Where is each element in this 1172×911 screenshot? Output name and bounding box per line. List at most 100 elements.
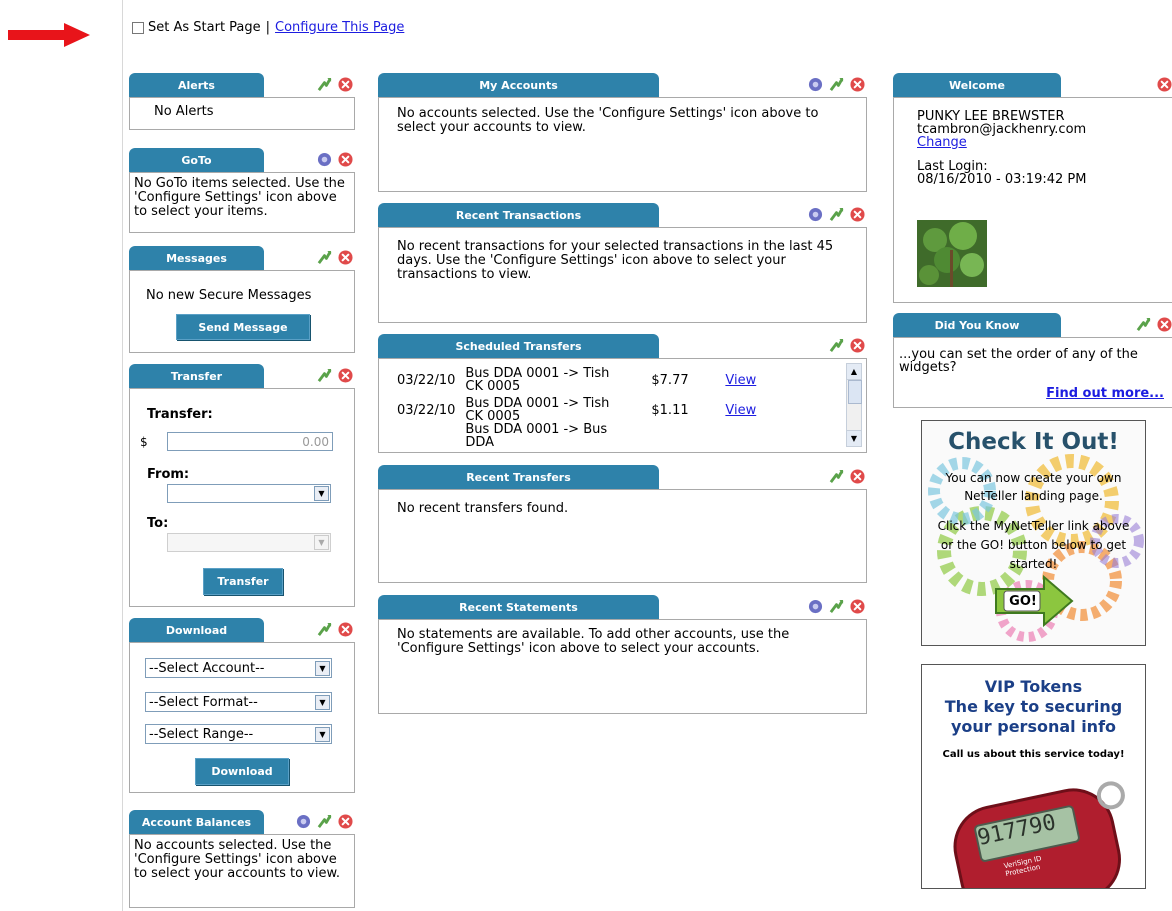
configure-settings-icon[interactable] [808, 599, 823, 614]
scheduled-transfers-list: 03/22/10 Bus DDA 0001 -> Tish CK 0005 $7… [397, 363, 842, 448]
alerts-text: No Alerts [154, 104, 214, 119]
move-icon[interactable] [317, 368, 332, 383]
did-you-know-widget: Did You Know ...you can set the order of… [893, 313, 1172, 408]
configure-settings-icon[interactable] [808, 207, 823, 222]
vip-line1: VIP Tokens [984, 677, 1083, 696]
chevron-down-icon: ▼ [314, 535, 329, 550]
close-icon[interactable] [338, 250, 353, 265]
move-icon[interactable] [829, 338, 844, 353]
move-icon[interactable] [317, 622, 332, 637]
my-accounts-widget: My Accounts No accounts selected. Use th… [378, 73, 867, 192]
table-row: Bus DDA 0001 -> Bus DDA [397, 423, 756, 448]
find-out-more-link[interactable]: Find out more... [1046, 386, 1164, 401]
last-login-value: 08/16/2010 - 03:19:42 PM [917, 172, 1087, 187]
transfer-date [397, 423, 455, 448]
select-range-value: --Select Range-- [149, 726, 254, 742]
send-message-button[interactable]: Send Message [176, 314, 310, 340]
configure-settings-icon[interactable] [317, 152, 332, 167]
did-you-know-tab: Did You Know [893, 313, 1061, 338]
scroll-up-icon[interactable]: ▲ [847, 364, 861, 380]
close-icon[interactable] [338, 814, 353, 829]
avatar [917, 220, 987, 287]
scroll-thumb[interactable] [848, 380, 862, 404]
transfer-button[interactable]: Transfer [203, 568, 283, 595]
move-icon[interactable] [317, 77, 332, 92]
transfer-amount-input[interactable]: 0.00 [167, 432, 333, 451]
view-transfer-link[interactable]: View [725, 403, 756, 418]
close-icon[interactable] [338, 622, 353, 637]
close-icon[interactable] [850, 77, 865, 92]
table-row: 03/22/10 Bus DDA 0001 -> Tish CK 0005 $7… [397, 363, 756, 397]
scheduled-transfers-tab: Scheduled Transfers [378, 334, 659, 359]
scrollbar[interactable]: ▲ ▼ [846, 363, 862, 447]
move-icon[interactable] [317, 250, 332, 265]
messages-tab: Messages [129, 246, 264, 271]
transfer-tab: Transfer [129, 364, 264, 389]
download-button[interactable]: Download [195, 758, 289, 785]
welcome-tab: Welcome [893, 73, 1061, 98]
recent-transfers-tab: Recent Transfers [378, 465, 659, 490]
move-icon[interactable] [829, 469, 844, 484]
close-icon[interactable] [338, 77, 353, 92]
to-label: To: [147, 516, 169, 531]
transfer-date: 03/22/10 [397, 402, 456, 418]
transfer-amount [615, 423, 713, 448]
configure-settings-icon[interactable] [808, 77, 823, 92]
scheduled-transfers-widget: Scheduled Transfers 03/22/10 Bus DDA 000… [378, 334, 867, 453]
goto-tab: GoTo [129, 148, 264, 173]
vip-line2: The key to securing [944, 697, 1123, 716]
select-format-dropdown[interactable]: --Select Format-- ▼ [145, 692, 332, 712]
vip-line3: your personal info [950, 717, 1117, 736]
goto-widget: GoTo No GoTo items selected. Use the 'Co… [129, 148, 355, 233]
close-icon[interactable] [850, 338, 865, 353]
configure-settings-icon[interactable] [296, 814, 311, 829]
select-range-dropdown[interactable]: --Select Range-- ▼ [145, 724, 332, 744]
my-accounts-text: No accounts selected. Use the 'Configure… [397, 106, 819, 135]
move-icon[interactable] [1136, 317, 1151, 332]
go-button[interactable]: GO! [1007, 594, 1039, 609]
recent-statements-widget: Recent Statements No statements are avai… [378, 595, 867, 714]
transfer-description: Bus DDA 0001 -> Tish CK 0005 [465, 366, 610, 394]
transfer-date: 03/22/10 [397, 372, 456, 388]
close-icon[interactable] [850, 469, 865, 484]
close-icon[interactable] [850, 599, 865, 614]
download-widget: Download --Select Account-- ▼ --Select Fo… [129, 618, 355, 793]
move-icon[interactable] [829, 77, 844, 92]
from-account-select[interactable]: ▼ [167, 484, 331, 503]
select-account-dropdown[interactable]: --Select Account-- ▼ [145, 658, 332, 678]
change-link[interactable]: Change [917, 136, 1086, 149]
check-it-out-line1: You can now create your own NetTeller la… [945, 471, 1122, 503]
left-divider [122, 0, 123, 911]
view-transfer-link[interactable]: View [725, 373, 756, 388]
check-it-out-banner[interactable]: Check It Out! You can now create your ow… [921, 420, 1146, 646]
to-account-select[interactable]: ▼ [167, 533, 331, 552]
close-icon[interactable] [1157, 77, 1172, 92]
recent-transactions-text: No recent transactions for your selected… [397, 239, 834, 282]
close-icon[interactable] [338, 368, 353, 383]
close-icon[interactable] [338, 152, 353, 167]
vip-tokens-banner[interactable]: VIP Tokens The key to securing your pers… [921, 664, 1146, 889]
messages-text: No new Secure Messages [146, 288, 312, 303]
select-format-value: --Select Format-- [149, 694, 258, 710]
goto-text: No GoTo items selected. Use the 'Configu… [134, 176, 345, 219]
move-icon[interactable] [829, 599, 844, 614]
top-options-bar: Set As Start Page | Configure This Page [132, 20, 404, 35]
did-you-know-text: ...you can set the order of any of the w… [899, 347, 1138, 375]
recent-transactions-tab: Recent Transactions [378, 203, 659, 228]
configure-page-link[interactable]: Configure This Page [275, 20, 404, 35]
close-icon[interactable] [1157, 317, 1172, 332]
recent-transactions-widget: Recent Transactions No recent transactio… [378, 203, 867, 323]
chevron-down-icon: ▼ [314, 486, 329, 501]
recent-statements-tab: Recent Statements [378, 595, 659, 620]
transfer-amount-label: Transfer: [147, 407, 213, 422]
alerts-widget: Alerts No Alerts [129, 73, 355, 130]
welcome-widget: Welcome PUNKY LEE BREWSTER tcambron@jack… [893, 73, 1172, 303]
move-icon[interactable] [829, 207, 844, 222]
start-page-label: Set As Start Page [148, 20, 261, 35]
scroll-down-icon[interactable]: ▼ [847, 430, 861, 446]
close-icon[interactable] [850, 207, 865, 222]
chevron-down-icon: ▼ [315, 660, 330, 676]
start-page-checkbox[interactable] [132, 21, 144, 34]
alerts-tab: Alerts [129, 73, 264, 98]
move-icon[interactable] [317, 814, 332, 829]
